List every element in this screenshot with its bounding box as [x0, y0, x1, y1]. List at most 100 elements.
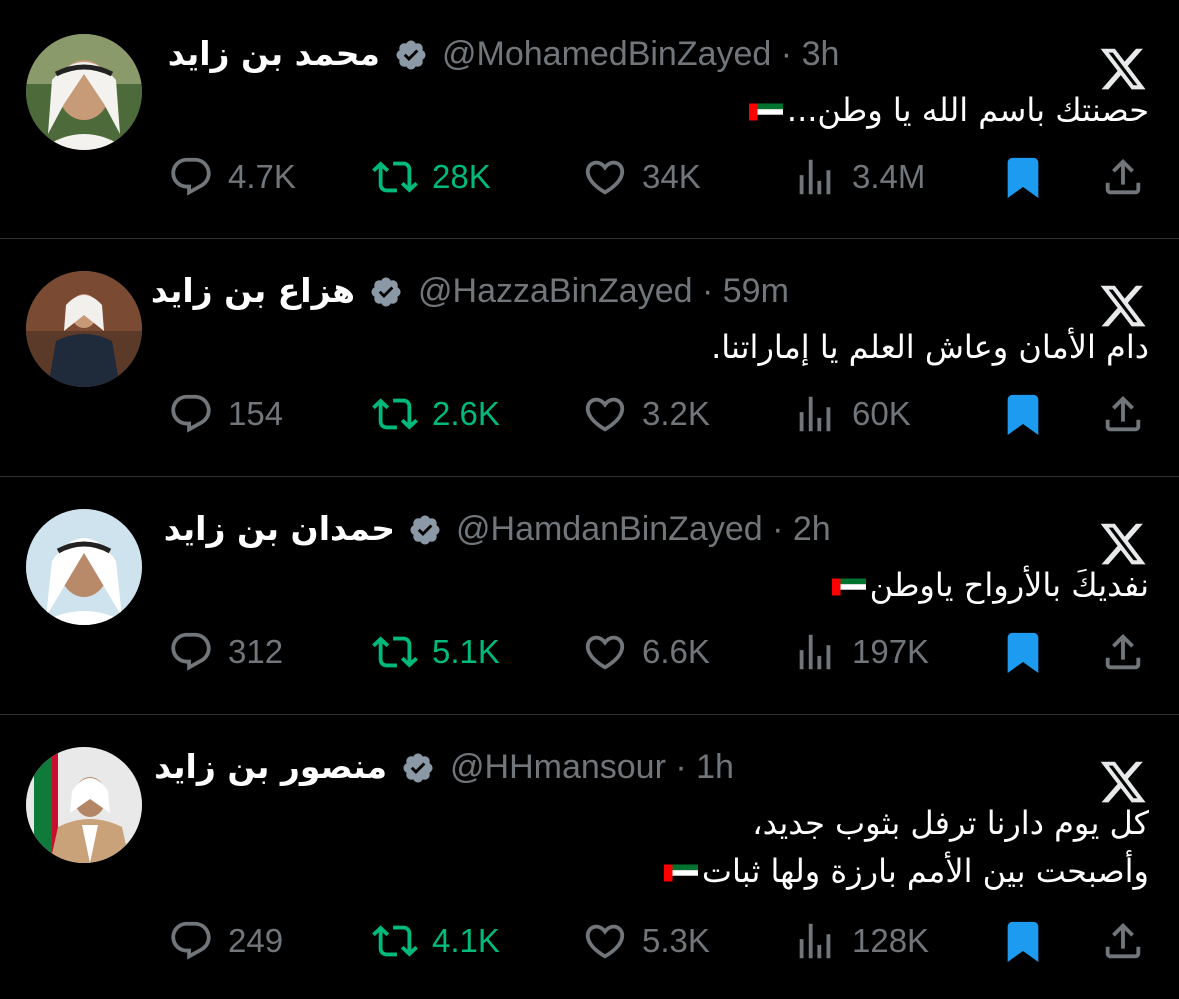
views-count: 197K	[852, 633, 930, 670]
share-button[interactable]	[1100, 389, 1146, 439]
views-icon	[799, 396, 831, 432]
verified-badge-icon	[396, 40, 426, 70]
avatar[interactable]	[26, 271, 142, 387]
tweet-text: حصنتك باسم الله يا وطن...	[249, 86, 1149, 134]
verified-badge-icon	[403, 753, 433, 783]
views-icon	[799, 923, 831, 959]
retweet-button[interactable]: 2.6K	[372, 389, 500, 439]
tweet-actions: 4.7K 28K 34K 3.4M	[0, 152, 1179, 202]
avatar[interactable]	[26, 34, 142, 150]
tweet-text-line: حصنتك باسم الله يا وطن...	[786, 91, 1149, 129]
display-name[interactable]: محمد بن زايد	[165, 34, 380, 74]
tweet-card[interactable]: حمدان بن زايد @HamdanBinZayed · 2h نفديك…	[0, 509, 1179, 689]
reply-button[interactable]: 4.7K	[168, 152, 296, 202]
avatar[interactable]	[26, 509, 142, 625]
retweet-count: 4.1K	[432, 922, 500, 959]
views-icon	[799, 159, 831, 195]
like-count: 3.2K	[642, 395, 710, 432]
tweet-text-line: نفديكَ بالأرواح ياوطن	[869, 566, 1149, 604]
retweet-icon	[372, 161, 418, 193]
heart-icon	[585, 635, 625, 670]
tweet-text: نفديكَ بالأرواح ياوطن	[249, 561, 1149, 609]
divider	[0, 238, 1179, 239]
heart-icon	[585, 160, 625, 195]
tweet-actions: 249 4.1K 5.3K 128K	[0, 916, 1179, 966]
views-button[interactable]: 3.4M	[792, 152, 925, 202]
retweet-icon	[372, 925, 418, 957]
share-icon	[1105, 395, 1141, 432]
avatar[interactable]	[26, 747, 142, 863]
views-button[interactable]: 60K	[792, 389, 911, 439]
divider	[0, 476, 1179, 477]
like-button[interactable]: 3.2K	[582, 389, 710, 439]
like-count: 34K	[642, 158, 701, 195]
handle[interactable]: @HamdanBinZayed	[456, 510, 763, 548]
like-count: 6.6K	[642, 633, 710, 670]
divider	[0, 714, 1179, 715]
views-button[interactable]: 197K	[792, 627, 929, 677]
reply-button[interactable]: 312	[168, 627, 283, 677]
reply-icon	[171, 157, 211, 196]
like-button[interactable]: 34K	[582, 152, 701, 202]
verified-badge-icon	[410, 515, 440, 545]
tweet-card[interactable]: منصور بن زايد @HHmansour · 1h كل يوم دار…	[0, 747, 1179, 977]
display-name[interactable]: منصور بن زايد	[154, 747, 387, 787]
tweet-actions: 312 5.1K 6.6K 197K	[0, 627, 1179, 677]
reply-count: 249	[228, 922, 284, 959]
bookmark-button[interactable]	[1000, 916, 1046, 966]
share-button[interactable]	[1100, 627, 1146, 677]
retweet-count: 5.1K	[432, 633, 500, 670]
display-name[interactable]: حمدان بن زايد	[164, 509, 395, 549]
timestamp[interactable]: · 2h	[772, 510, 831, 548]
retweet-icon	[372, 398, 418, 430]
share-icon	[1105, 158, 1141, 195]
bookmark-button[interactable]	[1000, 389, 1046, 439]
handle[interactable]: @MohamedBinZayed	[442, 35, 771, 73]
uae-flag-icon	[831, 578, 866, 596]
views-count: 60K	[852, 395, 911, 432]
share-icon	[1105, 633, 1141, 670]
retweet-button[interactable]: 4.1K	[372, 916, 500, 966]
reply-icon	[171, 921, 211, 960]
reply-button[interactable]: 249	[168, 916, 283, 966]
retweet-button[interactable]: 5.1K	[372, 627, 500, 677]
handle[interactable]: @HHmansour	[450, 748, 666, 786]
display-name[interactable]: هزاع بن زايد	[151, 271, 355, 311]
reply-count: 312	[228, 633, 284, 670]
timestamp[interactable]: · 3h	[781, 35, 840, 73]
tweet-text-line: وأصبحت بين الأمم بارزة ولها ثبات	[701, 852, 1149, 890]
retweet-icon	[372, 636, 418, 668]
heart-icon	[585, 924, 625, 959]
bookmark-icon	[1007, 394, 1039, 435]
like-button[interactable]: 5.3K	[582, 916, 710, 966]
bookmark-icon	[1007, 157, 1039, 198]
views-button[interactable]: 128K	[792, 916, 929, 966]
reply-icon	[171, 394, 211, 433]
retweet-button[interactable]: 28K	[372, 152, 491, 202]
like-count: 5.3K	[642, 922, 710, 959]
views-count: 128K	[852, 922, 930, 959]
tweet-card[interactable]: هزاع بن زايد @HazzaBinZayed · 59m دام ال…	[0, 271, 1179, 451]
share-button[interactable]	[1100, 152, 1146, 202]
timestamp[interactable]: · 59m	[702, 272, 789, 310]
tweet-text: كل يوم دارنا ترفل بثوب جديد، وأصبحت بين …	[249, 799, 1149, 895]
reply-count: 154	[228, 395, 284, 432]
uae-flag-icon	[748, 103, 783, 121]
tweet-text-line: كل يوم دارنا ترفل بثوب جديد،	[752, 804, 1149, 842]
reply-button[interactable]: 154	[168, 389, 283, 439]
handle[interactable]: @HazzaBinZayed	[418, 272, 693, 310]
share-button[interactable]	[1100, 916, 1146, 966]
tweet-text-line: دام الأمان وعاش العلم يا إماراتنا.	[711, 328, 1149, 366]
like-button[interactable]: 6.6K	[582, 627, 710, 677]
timestamp[interactable]: · 1h	[675, 748, 734, 786]
retweet-count: 2.6K	[432, 395, 500, 432]
retweet-count: 28K	[432, 158, 491, 195]
bookmark-button[interactable]	[1000, 627, 1046, 677]
bookmark-icon	[1007, 632, 1039, 673]
tweet-card[interactable]: محمد بن زايد @MohamedBinZayed · 3h حصنتك…	[0, 34, 1179, 214]
heart-icon	[585, 397, 625, 432]
views-count: 3.4M	[852, 158, 926, 195]
uae-flag-icon	[663, 864, 698, 882]
bookmark-button[interactable]	[1000, 152, 1046, 202]
views-icon	[799, 634, 831, 670]
